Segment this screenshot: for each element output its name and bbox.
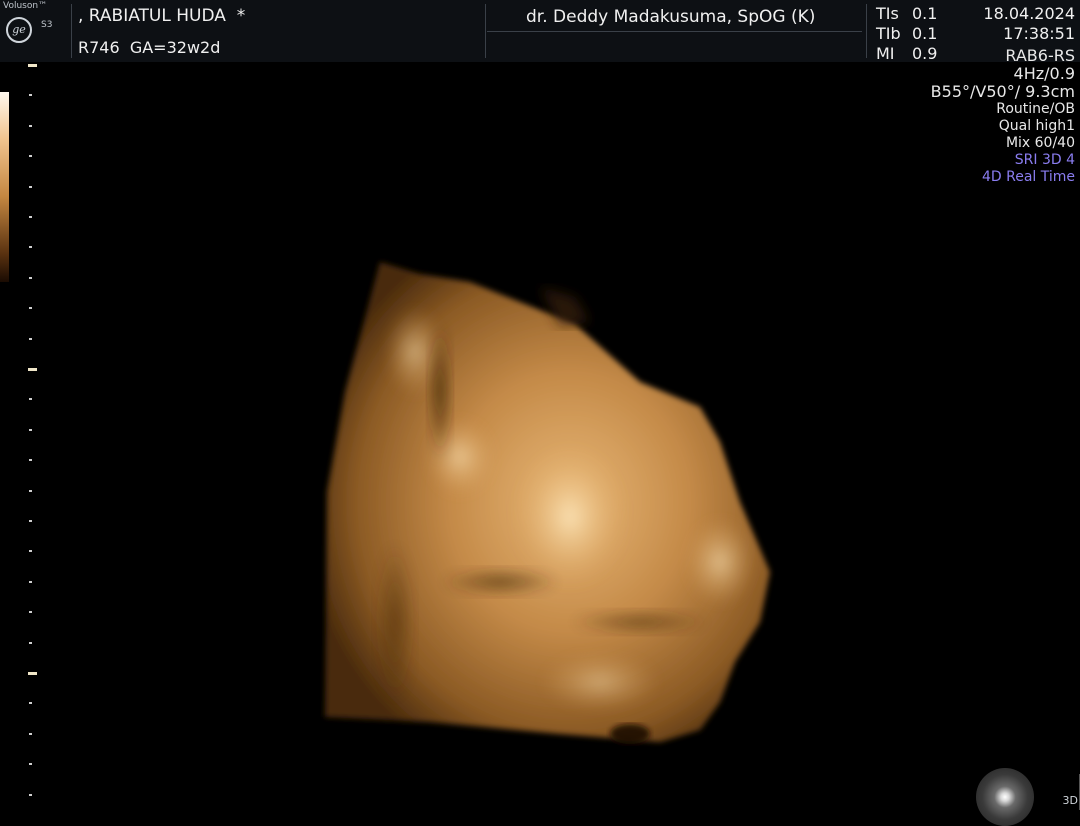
divider (71, 4, 72, 58)
exam-time: 17:38:51 (1003, 24, 1075, 43)
operator-name: dr. Deddy Madakusuma, SpOG (K) (526, 7, 816, 27)
index-mi: MI 0.9 (876, 44, 937, 63)
volume-render-view[interactable]: 3D (0, 62, 1080, 826)
render-mode-label: 3D (1062, 794, 1078, 807)
index-value: 0.1 (912, 4, 938, 23)
header-bar: Voluson™ ge S3 , RABIATUL HUDA * R746 GA… (0, 0, 1080, 63)
index-value: 0.1 (912, 24, 938, 43)
logo-area: Voluson™ ge S3 (0, 0, 68, 62)
brand-label: Voluson™ (3, 1, 48, 11)
index-label: TIb (876, 24, 901, 43)
exam-date: 18.04.2024 (983, 4, 1075, 23)
model-label: S3 (41, 20, 53, 30)
patient-name: , RABIATUL HUDA * (78, 6, 246, 26)
index-label: MI (876, 44, 895, 63)
index-label: TIs (876, 4, 899, 23)
fetal-face-render (325, 262, 770, 744)
orientation-ball-icon[interactable] (976, 768, 1034, 826)
ge-logo-icon: ge (6, 17, 32, 43)
study-info: R746 GA=32w2d (78, 38, 221, 57)
index-tib: TIb 0.1 (876, 24, 937, 43)
divider (487, 31, 862, 32)
index-tis: TIs 0.1 (876, 4, 937, 23)
divider (485, 4, 486, 58)
divider (866, 4, 867, 58)
